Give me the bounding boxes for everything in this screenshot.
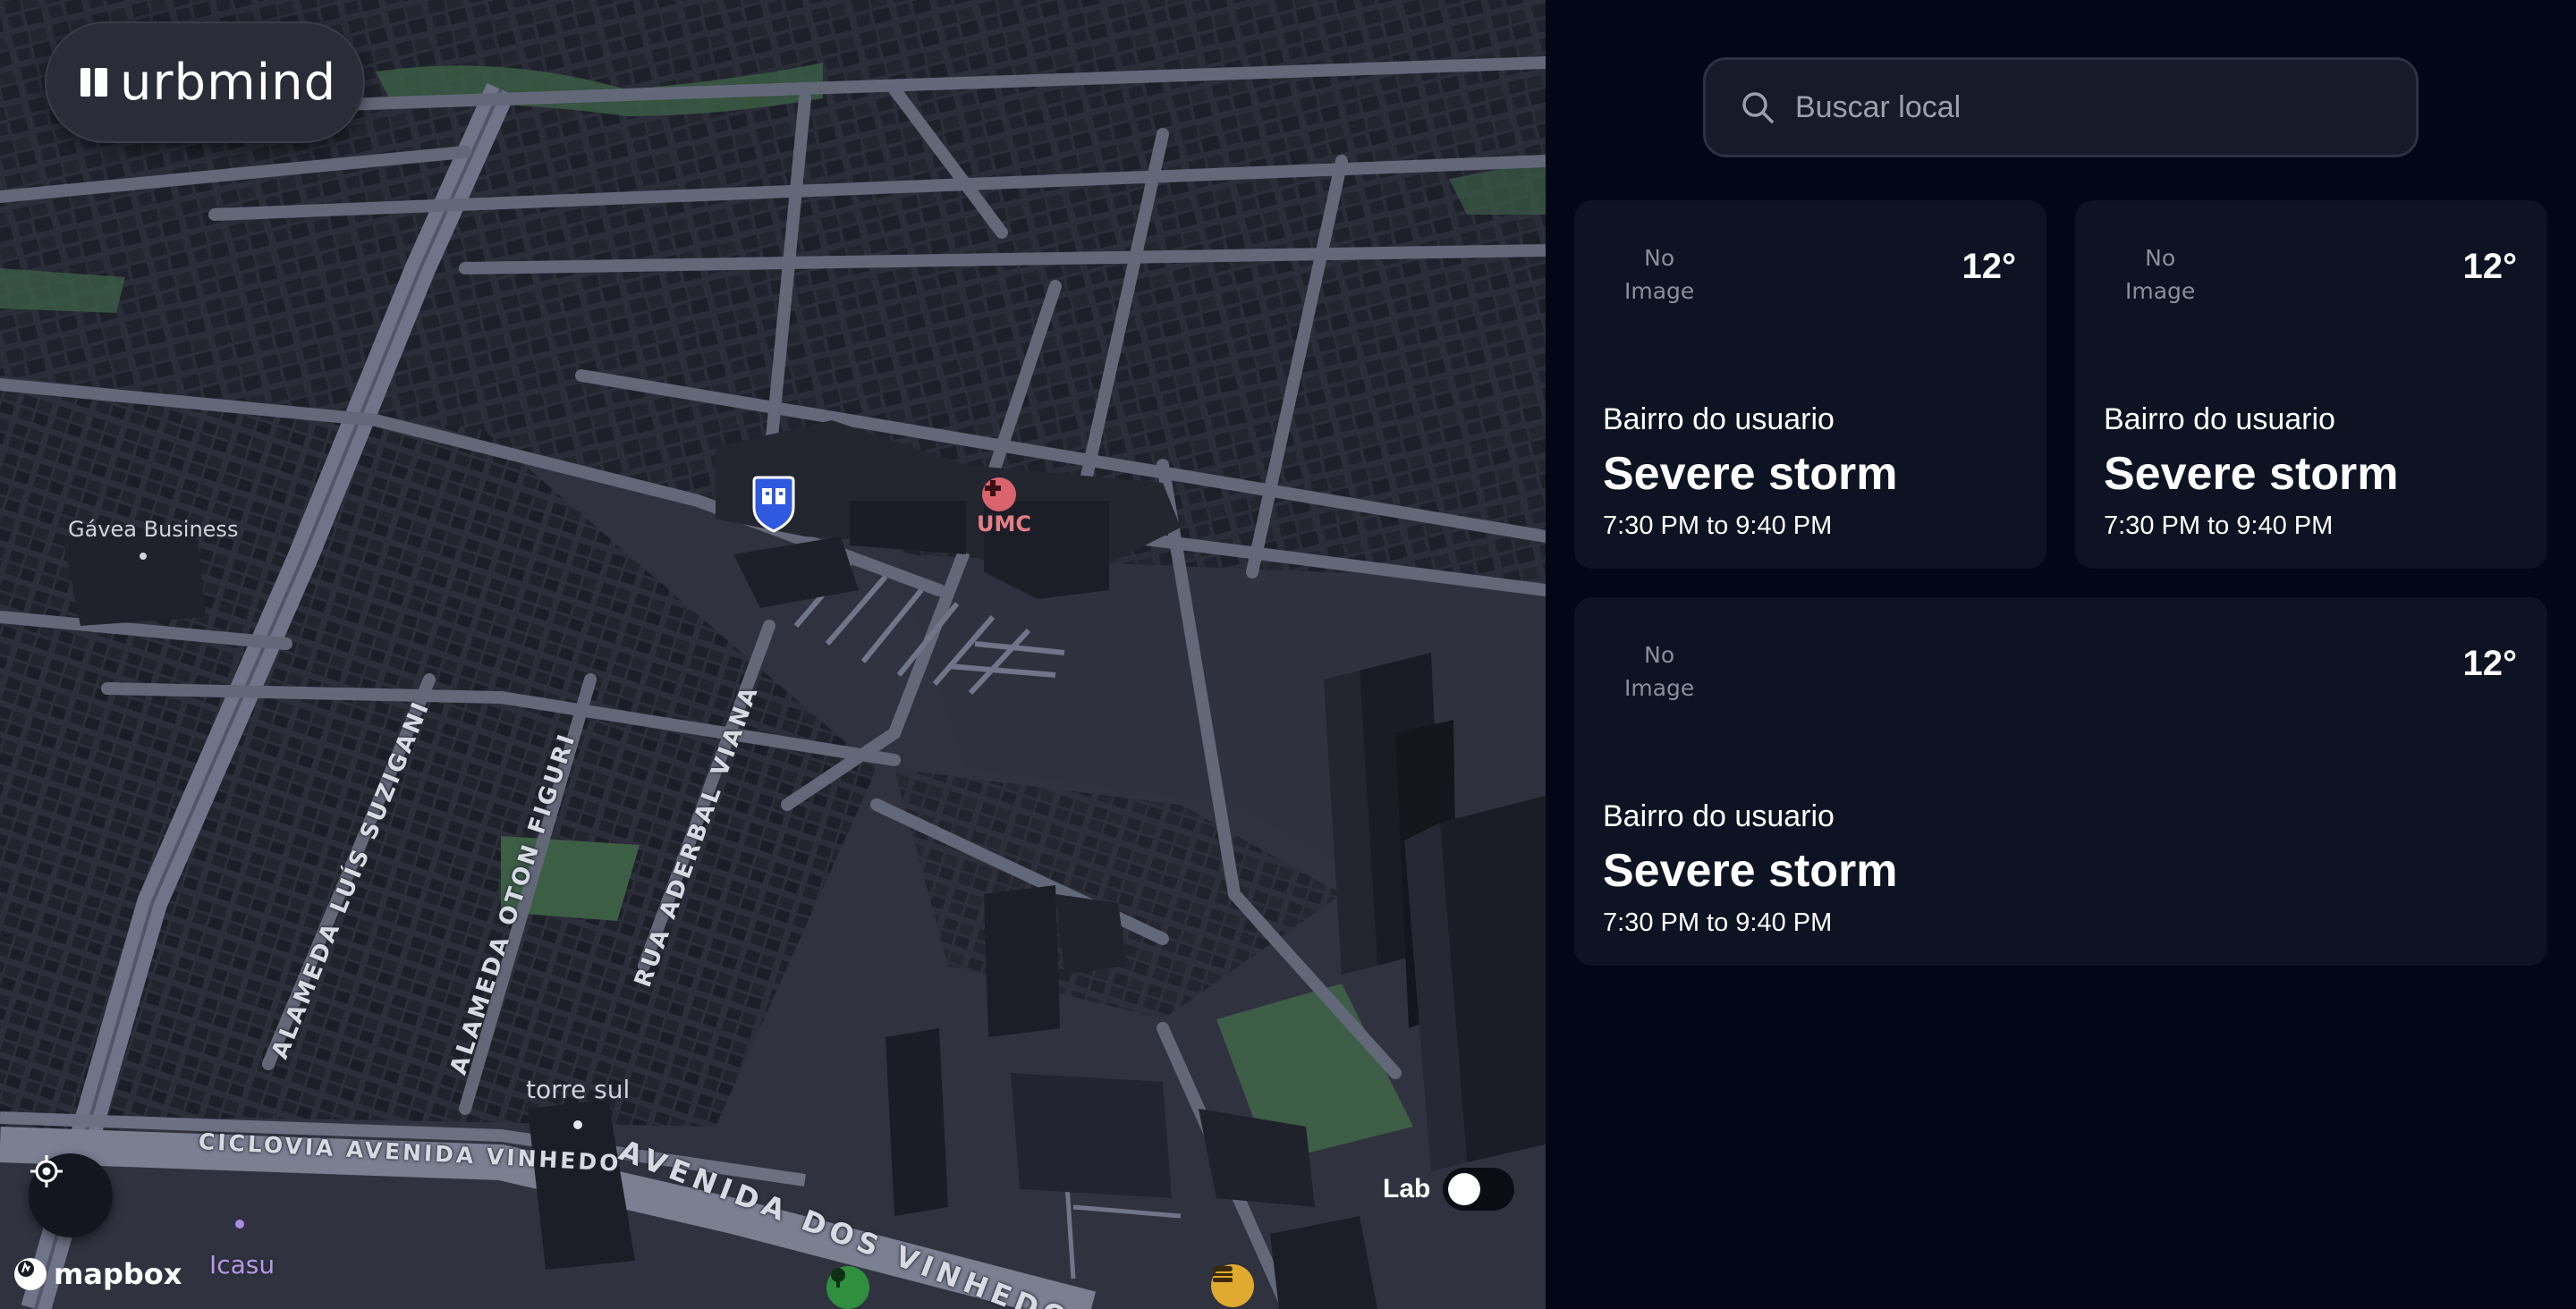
event-time: 7:30 PM to 9:40 PM (1603, 908, 1833, 937)
temperature: 12° (2462, 644, 2518, 683)
restaurant-poi-icon[interactable] (1211, 1264, 1254, 1307)
alert-card[interactable]: No Image 12° Bairro do usuario Severe st… (2075, 200, 2547, 569)
place-name: Bairro do usuario (1603, 799, 1835, 833)
place-name: Bairro do usuario (2104, 402, 2335, 436)
brand-name: urbmind (120, 53, 337, 112)
temperature: 12° (2462, 247, 2518, 286)
poi-dot-icasu (235, 1220, 244, 1229)
event-time: 7:30 PM to 9:40 PM (1603, 511, 1833, 540)
mapbox-attribution[interactable]: mapbox (14, 1257, 182, 1291)
lab-toggle-group[interactable]: Lab (1383, 1168, 1515, 1211)
poi-label-umc: UMC (977, 511, 1031, 536)
brand-mark-icon (80, 68, 107, 97)
image-placeholder: No Image (2125, 245, 2196, 304)
map-view[interactable]: ALAMEDA LUÍS SUZIGANI ALAMEDA OTON FIGUR… (0, 0, 1546, 1309)
event-time: 7:30 PM to 9:40 PM (2104, 511, 2334, 540)
poi-label-icasu: Icasu (209, 1250, 275, 1279)
brand-logo[interactable]: urbmind (45, 21, 365, 143)
poi-label-torre-sul: torre sul (526, 1075, 631, 1104)
mapbox-wordmark: mapbox (54, 1257, 182, 1291)
alert-card[interactable]: No Image 12° Bairro do usuario Severe st… (1574, 597, 2547, 966)
image-placeholder: No Image (1624, 642, 1695, 701)
hospital-poi-icon[interactable] (982, 477, 1016, 511)
locate-me-button[interactable] (29, 1153, 113, 1237)
event-title: Severe storm (2104, 448, 2399, 500)
search-bar[interactable] (1703, 57, 2419, 157)
map-canvas[interactable] (0, 0, 1546, 1309)
mapbox-logo-icon (14, 1258, 47, 1290)
poi-dot-torre-sul (573, 1120, 582, 1129)
locate-icon (30, 1155, 63, 1187)
event-title: Severe storm (1603, 845, 1898, 897)
lab-label: Lab (1383, 1174, 1431, 1203)
park-poi-icon[interactable] (826, 1266, 869, 1309)
alert-card[interactable]: No Image 12° Bairro do usuario Severe st… (1574, 200, 2046, 569)
image-placeholder: No Image (1624, 245, 1695, 304)
search-icon (1742, 92, 1774, 123)
lab-toggle-knob (1448, 1173, 1481, 1205)
temperature: 12° (1962, 247, 2017, 286)
side-panel: No Image 12° Bairro do usuario Severe st… (1546, 0, 2576, 1309)
poi-label-gavea-business: Gávea Business (68, 517, 239, 542)
lab-toggle-switch[interactable] (1443, 1168, 1515, 1211)
place-name: Bairro do usuario (1603, 402, 1835, 436)
poi-dot-gavea (140, 553, 147, 560)
search-input[interactable] (1795, 89, 2416, 125)
event-title: Severe storm (1603, 448, 1898, 500)
